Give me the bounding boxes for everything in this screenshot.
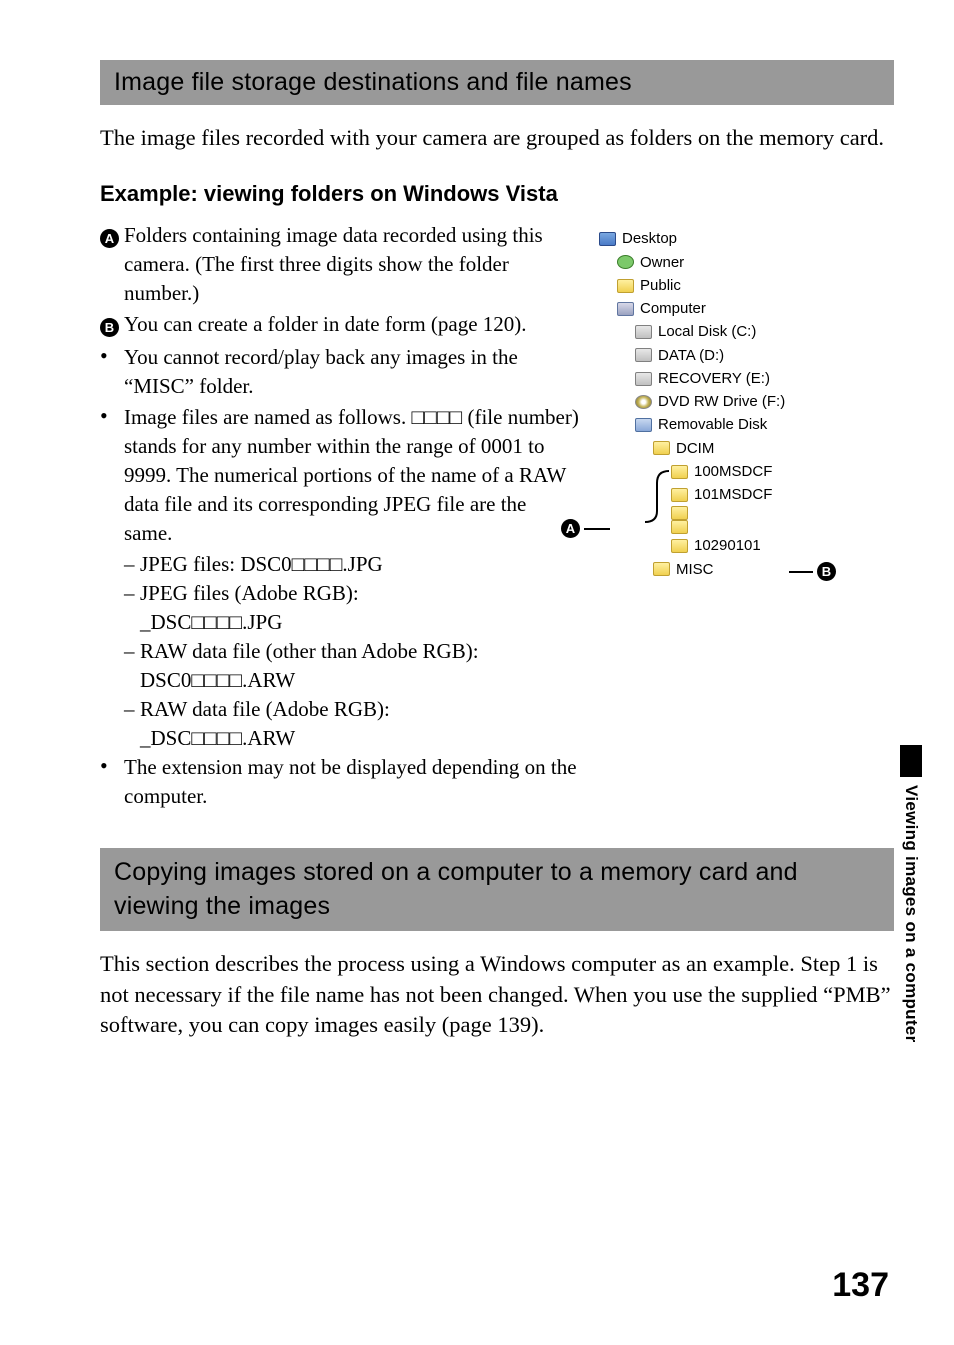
bullet-misc-text: You cannot record/play back any images i…	[124, 343, 579, 401]
page-number: 137	[832, 1266, 889, 1305]
sub-raw-value: DSC0□□□□.ARW	[140, 666, 579, 695]
sub-raw-argb-value: _DSC□□□□.ARW	[140, 724, 579, 753]
manual-page: Image file storage destinations and file…	[0, 0, 954, 1345]
sub-jpeg-argb-text: JPEG files (Adobe RGB):	[140, 579, 579, 608]
tree-label: DCIM	[676, 437, 714, 460]
folder-icon	[653, 441, 670, 455]
bullet-dot-icon: •	[100, 343, 124, 401]
tree-owner: Owner	[599, 251, 894, 274]
dash-icon: –	[124, 695, 140, 724]
callout-a-icon: A	[561, 519, 580, 538]
tree-label: DVD RW Drive (F:)	[658, 390, 785, 413]
item-b-text: You can create a folder in date form (pa…	[124, 310, 579, 341]
sub-raw: – RAW data file (other than Adobe RGB):	[124, 637, 579, 666]
tree-label: Desktop	[622, 227, 677, 250]
sub-jpeg: – JPEG files: DSC0□□□□.JPG	[124, 550, 579, 579]
item-a-row: A Folders containing image data recorded…	[100, 221, 579, 308]
tree-label: Local Disk (C:)	[658, 320, 756, 343]
bullet-misc-folder: • You cannot record/play back any images…	[100, 343, 579, 401]
tree-label: MISC	[676, 558, 714, 581]
sub-jpeg-argb: – JPEG files (Adobe RGB):	[124, 579, 579, 608]
tree-label: Computer	[640, 297, 706, 320]
callout-b: B	[789, 562, 836, 581]
bullet-dot-icon: •	[100, 403, 124, 548]
tab-label: Viewing images on a computer	[901, 785, 921, 1042]
callout-a: A	[561, 519, 610, 538]
bullet-extension-text: The extension may not be displayed depen…	[124, 753, 579, 811]
removable-disk-icon	[635, 418, 652, 432]
tree-data: DATA (D:)	[599, 344, 894, 367]
tree-desktop: Desktop	[599, 227, 894, 250]
callout-line	[584, 528, 610, 530]
user-icon	[617, 255, 634, 269]
dash-icon: –	[124, 579, 140, 608]
tree-localdisk: Local Disk (C:)	[599, 320, 894, 343]
bullet-file-naming: • Image files are named as follows. □□□□…	[100, 403, 579, 548]
sub-jpeg-text: JPEG files: DSC0□□□□.JPG	[140, 550, 579, 579]
sub-raw-text: RAW data file (other than Adobe RGB):	[140, 637, 579, 666]
callout-b-icon: B	[817, 562, 836, 581]
bullet-extension: • The extension may not be displayed dep…	[100, 753, 579, 811]
drive-icon	[635, 372, 652, 386]
drive-icon	[635, 348, 652, 362]
section-title-copying: Copying images stored on a computer to a…	[100, 848, 894, 932]
section-title-storage: Image file storage destinations and file…	[100, 60, 894, 105]
marker-a-icon: A	[100, 229, 119, 248]
dash-icon: –	[124, 637, 140, 666]
tree-computer: Computer	[599, 297, 894, 320]
tree-label: Removable Disk	[658, 413, 767, 436]
tree-label: RECOVERY (E:)	[658, 367, 770, 390]
computer-icon	[617, 302, 634, 316]
dash-icon: –	[124, 550, 140, 579]
tree-label: DATA (D:)	[658, 344, 724, 367]
dvd-icon	[635, 395, 652, 409]
tree-recovery: RECOVERY (E:)	[599, 367, 894, 390]
tree-dcim: DCIM	[599, 437, 894, 460]
example-columns: A Folders containing image data recorded…	[100, 221, 894, 812]
bullet-file-naming-text: Image files are named as follows. □□□□ (…	[124, 403, 579, 548]
section2-intro: This section describes the process using…	[100, 949, 894, 1040]
tree-label: Public	[640, 274, 681, 297]
section-intro: The image files recorded with your camer…	[100, 123, 894, 153]
tree-label: Owner	[640, 251, 684, 274]
callout-line	[789, 571, 813, 573]
tree-label: 100MSDCF	[694, 460, 772, 483]
sub-raw-argb: – RAW data file (Adobe RGB):	[124, 695, 579, 724]
sub-jpeg-argb-value: _DSC□□□□.JPG	[140, 608, 579, 637]
item-b-row: B You can create a folder in date form (…	[100, 310, 579, 341]
item-a-text: Folders containing image data recorded u…	[124, 221, 579, 308]
tree-removable: Removable Disk	[599, 413, 894, 436]
chapter-side-tab: Viewing images on a computer	[896, 745, 926, 1042]
example-subhead: Example: viewing folders on Windows Vist…	[100, 181, 894, 207]
folder-icon	[617, 279, 634, 293]
desktop-icon	[599, 232, 616, 246]
brace-icon	[639, 469, 679, 575]
tree-public: Public	[599, 274, 894, 297]
example-text-column: A Folders containing image data recorded…	[100, 221, 579, 812]
tree-dvd: DVD RW Drive (F:)	[599, 390, 894, 413]
marker-b-icon: B	[100, 318, 119, 337]
tab-marker-icon	[900, 745, 922, 777]
drive-icon	[635, 325, 652, 339]
folder-tree-illustration: Desktop Owner Public Computer Local Disk…	[599, 227, 894, 581]
sub-raw-argb-text: RAW data file (Adobe RGB):	[140, 695, 579, 724]
tree-label: 10290101	[694, 534, 761, 557]
tree-label: 101MSDCF	[694, 483, 772, 506]
bullet-dot-icon: •	[100, 753, 124, 811]
